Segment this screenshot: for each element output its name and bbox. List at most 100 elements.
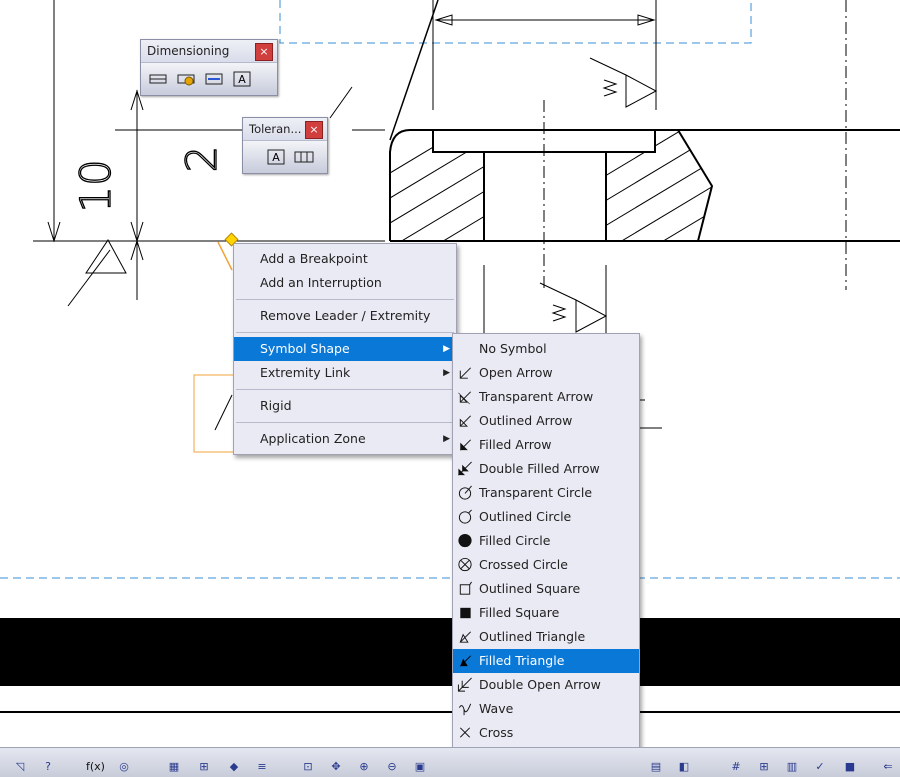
menu-separator <box>236 332 454 333</box>
toolbar-title[interactable]: Toleran... × <box>243 118 327 140</box>
symbol-item-crossed-circle[interactable]: Crossed Circle <box>453 553 639 577</box>
macro-icon[interactable]: ◆ <box>226 760 242 774</box>
symbol-item-wave[interactable]: Wave <box>453 697 639 721</box>
menu-item-label: Cross <box>479 725 514 740</box>
snap-icon[interactable]: ⊞ <box>756 760 772 774</box>
menu-item-remove-leader-extremity[interactable]: Remove Leader / Extremity <box>234 304 456 328</box>
filled-circle-icon <box>458 533 472 548</box>
context-menu[interactable]: Add a Breakpoint Add an Interruption Remov… <box>233 243 457 455</box>
menu-separator <box>236 299 454 300</box>
text-frame-icon: A <box>233 71 251 87</box>
symbol-item-filled-arrow[interactable]: Filled Arrow <box>453 433 639 457</box>
grid-icon[interactable]: # <box>728 760 744 774</box>
symbol-item-filled-circle[interactable]: Filled Circle <box>453 529 639 553</box>
menu-item-label: Filled Triangle <box>479 653 565 668</box>
menu-separator <box>236 389 454 390</box>
symbol-shape-submenu[interactable]: No Symbol Open Arrow Transparent Arrow Outl… <box>452 333 640 773</box>
close-button[interactable]: × <box>255 43 273 61</box>
outlined-circle-icon <box>458 509 472 524</box>
menu-item-label: Double Open Arrow <box>479 677 601 692</box>
view-mode-icon[interactable]: ◧ <box>676 760 692 774</box>
menu-item-label: Application Zone <box>260 431 366 446</box>
leader-text-frame[interactable] <box>193 374 235 453</box>
chained-dimension-button[interactable] <box>203 69 225 89</box>
toolbar-title[interactable]: Dimensioning × <box>141 40 277 62</box>
formula-icon[interactable]: f(x) <box>86 760 105 774</box>
menu-item-label: Rigid <box>260 398 292 413</box>
symbol-item-cross[interactable]: Cross <box>453 721 639 745</box>
symbol-item-double-open-arrow[interactable]: Double Open Arrow <box>453 673 639 697</box>
chained-dimension-icon <box>205 73 223 85</box>
tree-icon[interactable]: ⊞ <box>196 760 212 774</box>
select-icon[interactable]: ◹ <box>12 760 28 774</box>
pan-icon[interactable]: ✥ <box>328 760 344 774</box>
symbol-item-filled-square[interactable]: Filled Square <box>453 601 639 625</box>
symbol-item-transparent-arrow[interactable]: Transparent Arrow <box>453 385 639 409</box>
selected-leader[interactable] <box>217 241 233 271</box>
check-icon[interactable]: ✓ <box>812 760 828 774</box>
help-icon[interactable]: ? <box>40 760 56 774</box>
zoom-out-icon[interactable]: ⊖ <box>384 760 400 774</box>
datum-feature-button[interactable]: A <box>265 147 287 167</box>
menu-item-rigid[interactable]: Rigid <box>234 394 456 418</box>
dimension-icon <box>149 74 167 84</box>
menu-item-label: Transparent Circle <box>479 485 593 500</box>
menu-item-application-zone[interactable]: Application Zone ▶ <box>234 427 456 451</box>
menu-item-label: Symbol Shape <box>260 341 350 356</box>
tolerance-toolbar[interactable]: Toleran... × A <box>242 117 328 174</box>
menu-item-add-a-breakpoint[interactable]: Add a Breakpoint <box>234 247 456 271</box>
dimension-value[interactable]: 10 <box>70 159 120 214</box>
center-lines <box>432 0 847 350</box>
menu-item-label: Filled Arrow <box>479 437 552 452</box>
zoom-in-icon[interactable]: ⊕ <box>356 760 372 774</box>
layer-icon[interactable]: ▥ <box>784 760 800 774</box>
datum-icon: A <box>267 149 285 165</box>
menu-item-label: Open Arrow <box>479 365 553 380</box>
symbol-item-filled-triangle[interactable]: Filled Triangle <box>453 649 639 673</box>
symbol-item-open-arrow[interactable]: Open Arrow <box>453 361 639 385</box>
symbol-item-outlined-circle[interactable]: Outlined Circle <box>453 505 639 529</box>
menu-item-extremity-link[interactable]: Extremity Link ▶ <box>234 361 456 385</box>
sheet-icon[interactable]: ▤ <box>648 760 664 774</box>
view-icon[interactable]: ▣ <box>412 760 428 774</box>
symbol-item-outlined-arrow[interactable]: Outlined Arrow <box>453 409 639 433</box>
menu-item-label: Outlined Circle <box>479 509 572 524</box>
dimensioning-toolbar[interactable]: Dimensioning × A <box>140 39 278 96</box>
svg-text:A: A <box>238 73 246 86</box>
menu-item-label: Outlined Square <box>479 581 581 596</box>
dimension-settings-button[interactable] <box>175 69 197 89</box>
lock-icon[interactable]: ■ <box>842 760 858 774</box>
double-open-arrow-icon <box>457 677 472 692</box>
analysis-icon[interactable]: ◎ <box>116 760 132 774</box>
symbol-item-double-filled-arrow[interactable]: Double Filled Arrow <box>453 457 639 481</box>
geometric-tolerance-button[interactable] <box>293 147 315 167</box>
menu-item-label: Remove Leader / Extremity <box>260 308 431 323</box>
close-icon: × <box>259 45 269 58</box>
dimension-gear-icon <box>177 74 195 86</box>
tolerance-frame-icon <box>294 151 314 163</box>
symbol-item-transparent-circle[interactable]: Transparent Circle <box>453 481 639 505</box>
menu-item-add-an-interruption[interactable]: Add an Interruption <box>234 271 456 295</box>
transparent-circle-icon <box>458 485 472 500</box>
menu-item-symbol-shape[interactable]: Symbol Shape ▶ <box>234 337 456 361</box>
menu-item-label: Filled Square <box>479 605 560 620</box>
filled-triangle-icon <box>459 655 471 667</box>
symbol-item-outlined-square[interactable]: Outlined Square <box>453 577 639 601</box>
submenu-arrow-icon: ▶ <box>443 344 450 354</box>
close-button[interactable]: × <box>305 121 323 139</box>
submenu-arrow-icon: ▶ <box>443 368 450 378</box>
submenu-arrow-icon: ▶ <box>443 434 450 444</box>
crossed-circle-icon <box>458 557 472 572</box>
text-dimension-button[interactable]: A <box>231 69 253 89</box>
view-frame-top <box>279 0 752 44</box>
table-icon[interactable]: ▦ <box>166 760 182 774</box>
fit-all-icon[interactable]: ⊡ <box>300 760 316 774</box>
dimension-tool-button[interactable] <box>147 69 169 89</box>
catalog-icon[interactable]: ≡ <box>254 760 270 774</box>
dimension-value-2[interactable]: 2 <box>176 145 226 173</box>
symbol-item-no-symbol[interactable]: No Symbol <box>453 337 639 361</box>
transparent-arrow-icon <box>458 391 471 405</box>
scroll-left-icon[interactable]: ⇐ <box>880 760 896 774</box>
menu-item-label: Extremity Link <box>260 365 351 380</box>
symbol-item-outlined-triangle[interactable]: Outlined Triangle <box>453 625 639 649</box>
